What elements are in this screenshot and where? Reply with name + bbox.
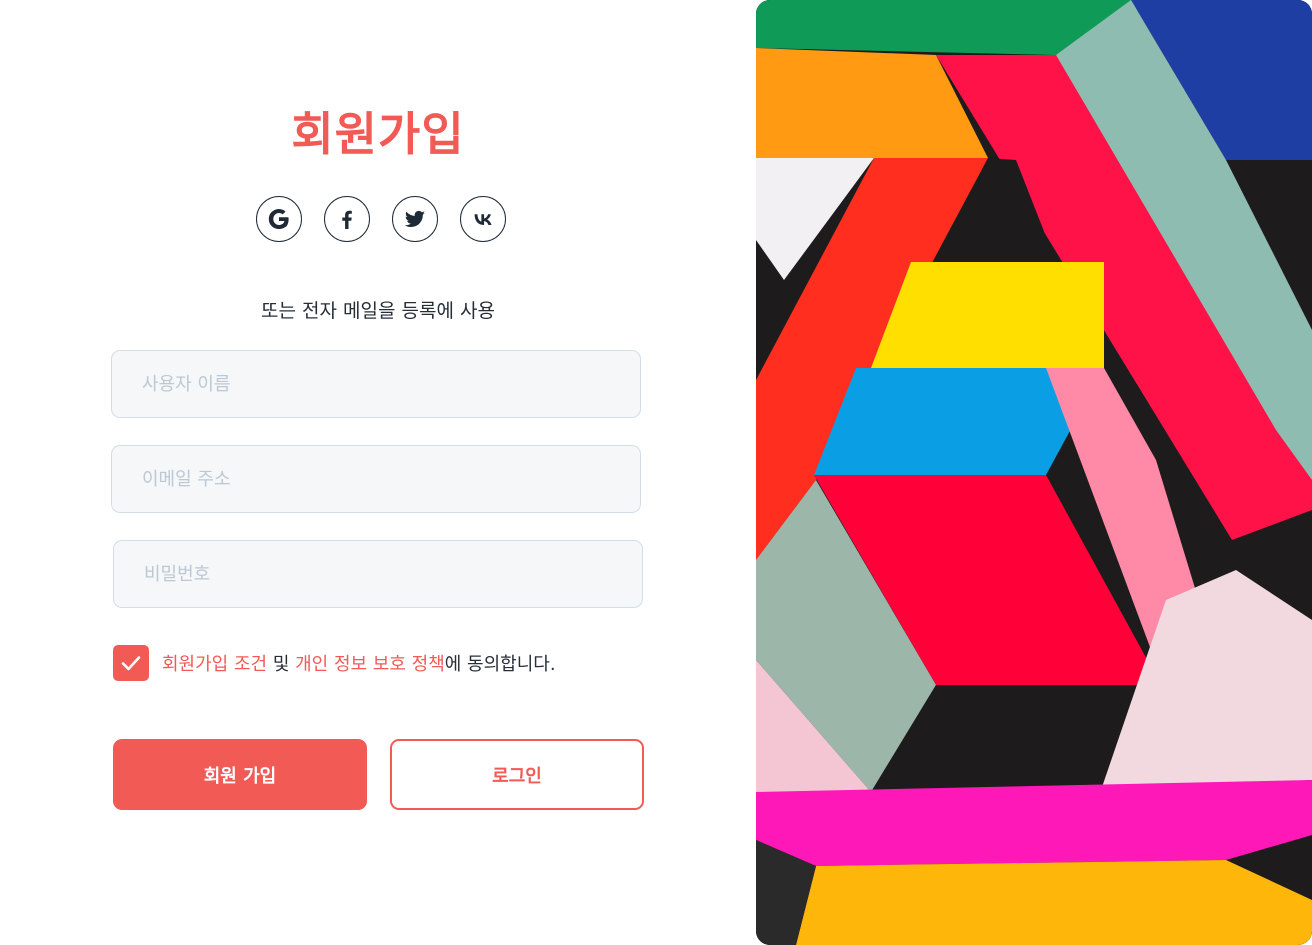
email-input[interactable] <box>111 445 641 513</box>
agreement-row: 회원가입 조건 및 개인 정보 보호 정책에 동의합니다. <box>113 645 556 681</box>
username-input[interactable] <box>111 350 641 418</box>
signup-button[interactable]: 회원 가입 <box>113 739 367 810</box>
privacy-policy-link[interactable]: 개인 정보 보호 정책 <box>295 654 445 675</box>
password-input[interactable] <box>113 540 643 608</box>
checkmark-icon <box>121 656 141 671</box>
google-icon <box>268 209 289 229</box>
geometric-art-image <box>756 0 1312 945</box>
email-signup-hint: 또는 전자 메일을 등록에 사용 <box>261 300 495 322</box>
vk-login-button[interactable] <box>460 196 506 242</box>
terms-link[interactable]: 회원가입 조건 <box>162 654 267 675</box>
agreement-and: 및 <box>267 654 296 675</box>
agreement-text: 회원가입 조건 및 개인 정보 보호 정책에 동의합니다. <box>162 650 556 676</box>
login-button[interactable]: 로그인 <box>390 739 644 810</box>
facebook-icon <box>342 210 352 229</box>
signup-form-panel: 회원가입 또는 전자 메일을 등록에 사용 사용자 이름 이메일 주소 회원가입… <box>0 0 756 945</box>
twitter-icon <box>404 210 425 227</box>
twitter-login-button[interactable] <box>392 196 438 242</box>
social-login-group <box>256 196 506 242</box>
agreement-checkbox[interactable] <box>113 645 149 681</box>
agreement-suffix: 에 동의합니다. <box>444 654 556 675</box>
page-title: 회원가입 <box>291 107 465 161</box>
google-login-button[interactable] <box>256 196 302 242</box>
vk-icon <box>474 214 492 225</box>
facebook-login-button[interactable] <box>324 196 370 242</box>
